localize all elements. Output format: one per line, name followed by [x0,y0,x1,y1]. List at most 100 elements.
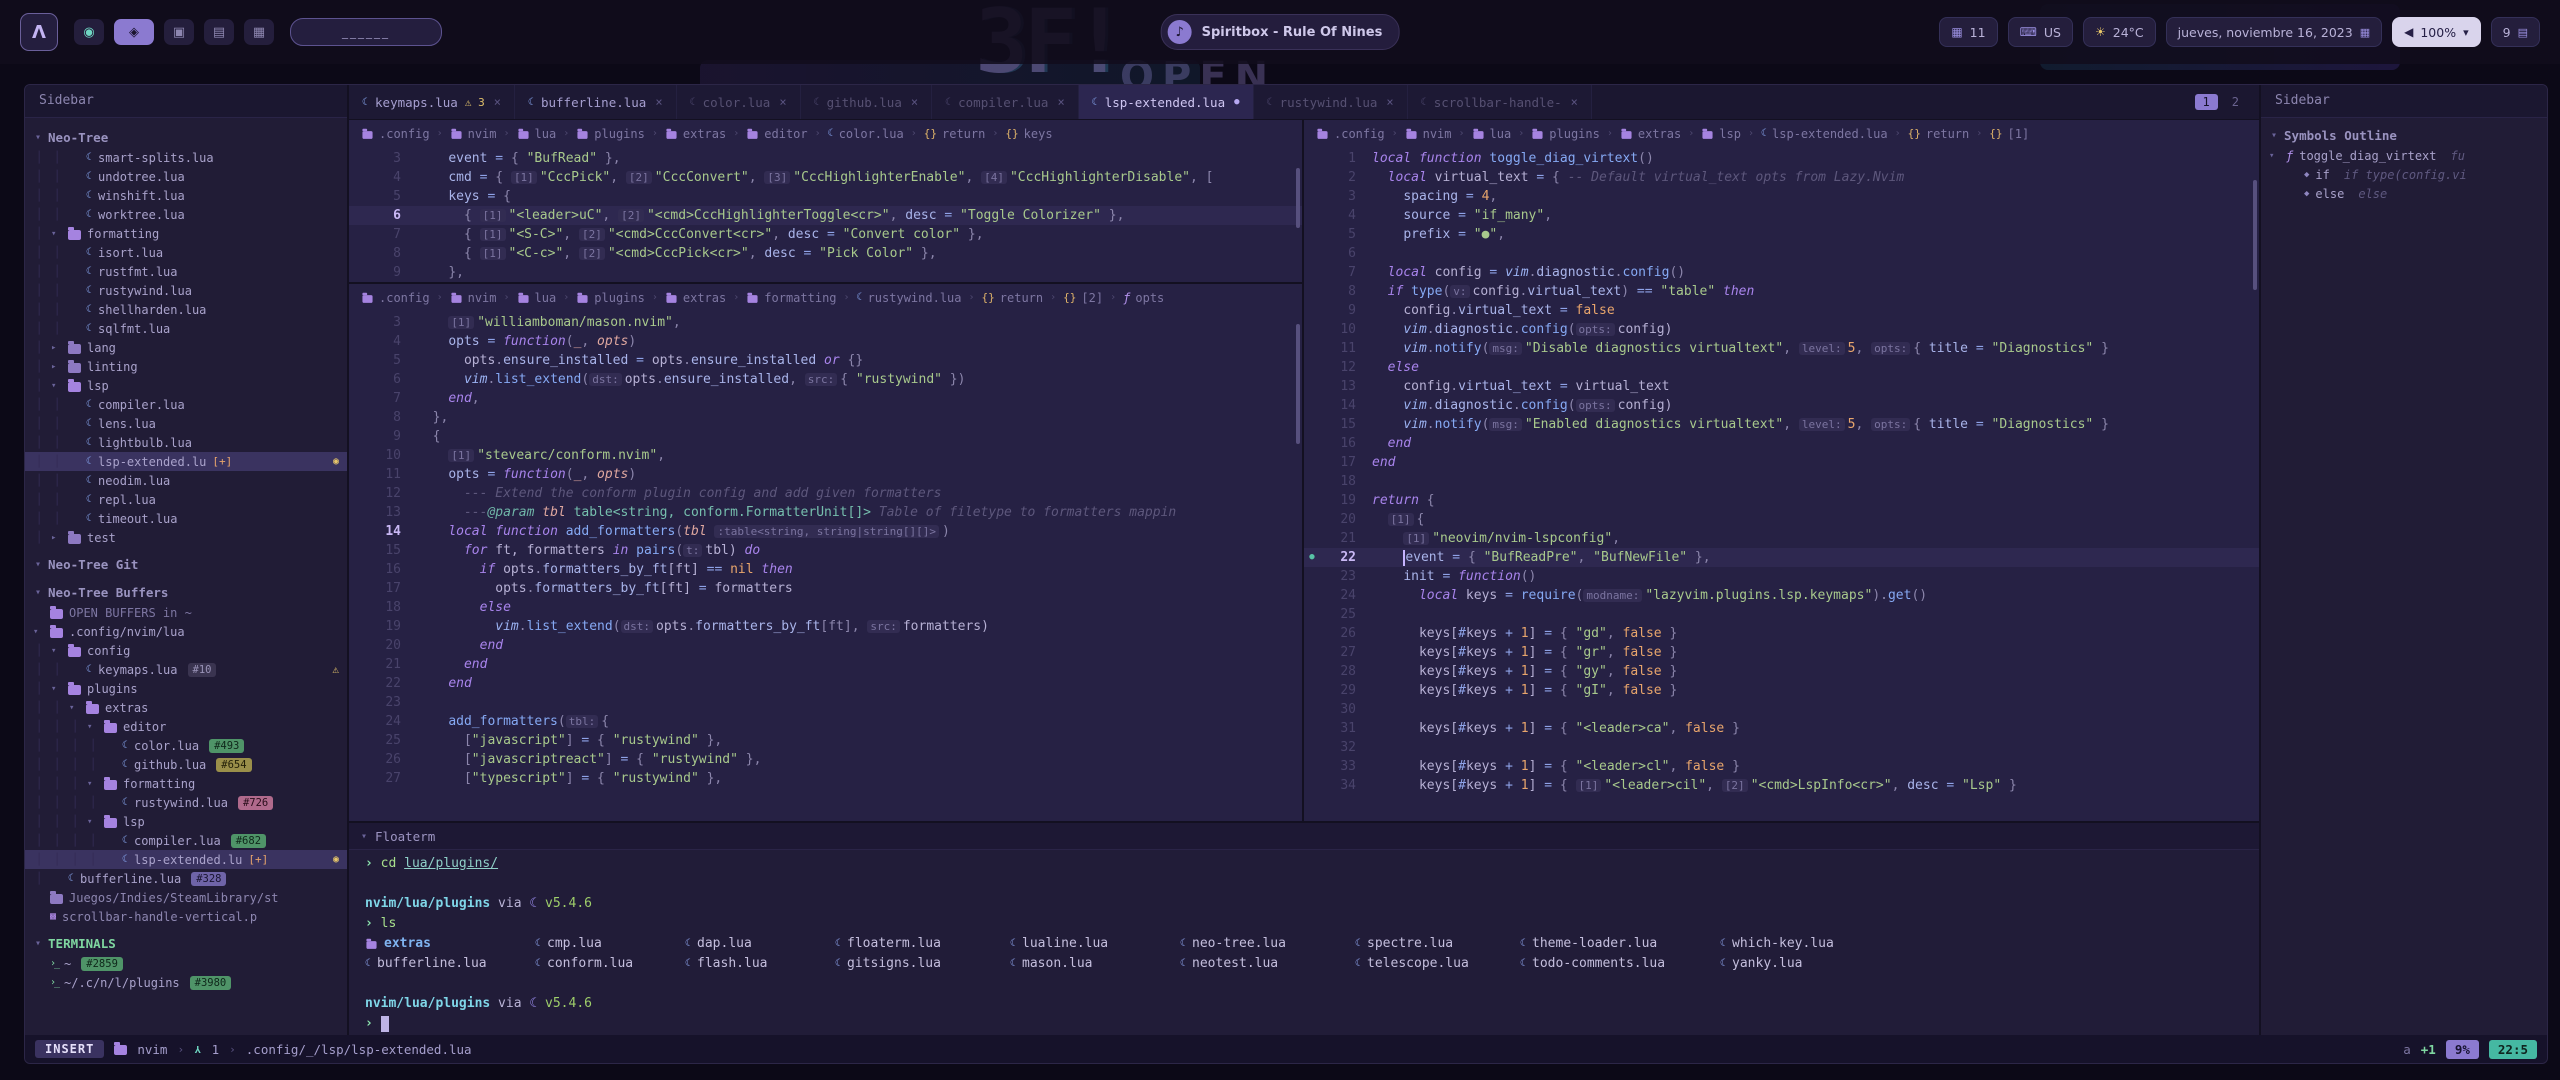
close-icon[interactable]: × [494,95,501,109]
code-line-30[interactable]: 30 [1304,700,2259,719]
code-line-11[interactable]: 11 vim.notify(msg:"Disable diagnostics v… [1304,339,2259,358]
code-line-12[interactable]: 12 --- Extend the conform plugin config … [349,484,1302,503]
code-line-6[interactable]: 6 [1304,244,2259,263]
tab-keymaps-lua[interactable]: ☾keymaps.lua⚠ 3× [349,85,515,119]
code-line-5[interactable]: 5 prefix = "●", [1304,225,2259,244]
breadcrumb-item[interactable]: ƒopts [1123,291,1164,305]
code-line-18[interactable]: 18 else [349,598,1302,617]
tree-item-repl-lua[interactable]: ││☾repl.lua [25,490,347,509]
code-line-21[interactable]: 21 end [349,655,1302,674]
tree-item-rustywind-lua[interactable]: ││││☾rustywind.lua#726 [25,793,347,812]
code-line-4[interactable]: 4 cmd = { [1]"CccPick", [2]"CccConvert",… [349,168,1302,187]
code-line-5[interactable]: 5 opts.ensure_installed = opts.ensure_in… [349,351,1302,370]
tabpage-2[interactable]: 2 [2224,94,2247,110]
code-line-26[interactable]: 26 keys[#keys + 1] = { "gd", false } [1304,624,2259,643]
tree-item-neodim-lua[interactable]: ││☾neodim.lua [25,471,347,490]
scrollbar[interactable] [2253,180,2257,290]
breadcrumb-item[interactable]: {}return [924,127,986,141]
now-playing-widget[interactable]: ♪ Spiritbox - Rule Of Nines [1161,14,1400,50]
breadcrumb-item[interactable]: .config [1316,127,1385,141]
workspace-icon-5[interactable]: ▦ [244,19,274,45]
breadcrumb-item[interactable]: .config [361,291,430,305]
code-line-5[interactable]: 5 keys = { [349,187,1302,206]
close-icon[interactable]: × [1386,95,1393,109]
tree-item--c-n-l-plugins[interactable]: ›_~/.c/n/l/plugins#3980 [25,973,347,992]
status-chip-6[interactable]: 9▤ [2491,17,2540,47]
code-line-14[interactable]: 14 local function add_formatters(tbl :ta… [349,522,1302,541]
code-line-16[interactable]: 16 if opts.formatters_by_ft[ft] == nil t… [349,560,1302,579]
tree-item-juegos-indies-steamlibrary-st[interactable]: Juegos/Indies/SteamLibrary/st [25,888,347,907]
tab-bufferline-lua[interactable]: ☾bufferline.lua× [515,85,677,119]
code-line-8[interactable]: 8 }, [349,408,1302,427]
terminal-output[interactable]: › cd lua/plugins/ nvim/lua/plugins via ☾… [349,850,2259,1035]
code-line-9[interactable]: 9 config.virtual_text = false [1304,301,2259,320]
tree-item-lsp-extended-lu[interactable]: ││││☾lsp-extended.lu[+]◉ [25,850,347,869]
code-line-3[interactable]: 3 [1]"williamboman/mason.nvim", [349,313,1302,332]
breadcrumb-item[interactable]: plugins [1531,127,1600,141]
floaterm-header[interactable]: ▾ Floaterm [349,823,2259,850]
code-line-12[interactable]: 12 else [1304,358,2259,377]
code-line-23[interactable]: 23 [349,693,1302,712]
tree-item-editor[interactable]: │││▾editor [25,717,347,736]
code-line-6[interactable]: 6 { [1]"<leader>uC", [2]"<cmd>CccHighlig… [349,206,1302,225]
code-line-8[interactable]: 8 if type(v:config.virtual_text) == "tab… [1304,282,2259,301]
workspace-icon-3[interactable]: ▣ [164,19,194,45]
tree-item-rustywind-lua[interactable]: ││☾rustywind.lua [25,281,347,300]
breadcrumb-item[interactable]: ☾rustywind.lua [857,291,962,305]
breadcrumb-item[interactable]: lua [517,291,557,305]
breadcrumb-item[interactable]: .config [361,127,430,141]
status-chip-3[interactable]: ☀24°C [2083,17,2156,47]
tree-item-color-lua[interactable]: ││││☾color.lua#493 [25,736,347,755]
code-line-32[interactable]: 32 [1304,738,2259,757]
tab-github-lua[interactable]: ☾github.lua× [801,85,933,119]
code-line-19[interactable]: 19 vim.list_extend(dst:opts.formatters_b… [349,617,1302,636]
code-line-20[interactable]: 20 end [349,636,1302,655]
code-line-27[interactable]: 27 ["typescript"] = { "rustywind" }, [349,769,1302,788]
breadcrumb-item[interactable]: lua [1472,127,1512,141]
scrollbar[interactable] [1296,324,1300,444]
tree-item-undotree-lua[interactable]: ││☾undotree.lua [25,167,347,186]
code-line-13[interactable]: 13 config.virtual_text = virtual_text [1304,377,2259,396]
breadcrumb-item[interactable]: {}return [982,291,1044,305]
status-chip-5[interactable]: ◀100%▾ [2392,17,2481,47]
tree-item-shellharden-lua[interactable]: ││☾shellharden.lua [25,300,347,319]
code-line-26[interactable]: 26 ["javascriptreact"] = { "rustywind" }… [349,750,1302,769]
breadcrumb-item[interactable]: nvim [450,291,497,305]
code-line-28[interactable]: 28 keys[#keys + 1] = { "gy", false } [1304,662,2259,681]
code-line-6[interactable]: 6 vim.list_extend(dst:opts.ensure_instal… [349,370,1302,389]
tree-item-open-buffers-in-[interactable]: OPEN BUFFERS in ~ [25,603,347,622]
breadcrumb-item[interactable]: ☾color.lua [828,127,904,141]
close-icon[interactable]: × [779,95,786,109]
tree-item-compiler-lua[interactable]: ││││☾compiler.lua#682 [25,831,347,850]
launcher-icon[interactable]: Λ [20,13,58,51]
tab-compiler-lua[interactable]: ☾compiler.lua× [932,85,1079,119]
tab-rustywind-lua[interactable]: ☾rustywind.lua× [1254,85,1408,119]
tree-item-keymaps-lua[interactable]: ││☾keymaps.lua#10⚠ [25,660,347,679]
tree-item-formatting[interactable]: │││▾formatting [25,774,347,793]
code-line-27[interactable]: 27 keys[#keys + 1] = { "gr", false } [1304,643,2259,662]
code-line-2[interactable]: 2 local virtual_text = { -- Default virt… [1304,168,2259,187]
code-line-25[interactable]: 25 [1304,605,2259,624]
code-line-17[interactable]: 17end [1304,453,2259,472]
breadcrumb-item[interactable]: extras [665,291,726,305]
code-line-9[interactable]: 9 }, [349,263,1302,282]
breadcrumb-item[interactable]: {}[2] [1063,291,1103,305]
code-line-15[interactable]: 15 vim.notify(msg:"Enabled diagnostics v… [1304,415,2259,434]
code-line-22[interactable]: ●22 event = { "BufReadPre", "BufNewFile"… [1304,548,2259,567]
tree-item-isort-lua[interactable]: ││☾isort.lua [25,243,347,262]
code-line-19[interactable]: 19return { [1304,491,2259,510]
breadcrumb-item[interactable]: extras [1620,127,1681,141]
code-line-24[interactable]: 24 add_formatters(tbl:{ [349,712,1302,731]
breadcrumb-item[interactable]: plugins [576,291,645,305]
code-line-1[interactable]: 1local function toggle_diag_virtext() [1304,149,2259,168]
breadcrumb-item[interactable]: editor [746,127,807,141]
tree-item-timeout-lua[interactable]: ││☾timeout.lua [25,509,347,528]
status-chip-2[interactable]: ⌨US [2008,17,2073,47]
workspace-icon-4[interactable]: ▤ [204,19,234,45]
workspace-icon-1[interactable]: ◉ [74,19,104,45]
breadcrumb-item[interactable]: lsp [1701,127,1741,141]
tree-item--config-nvim-lua[interactable]: ▾.config/nvim/lua [25,622,347,641]
close-icon[interactable]: × [1057,95,1064,109]
breadcrumb-item[interactable]: {}keys [1005,127,1052,141]
breadcrumb-item[interactable]: {}return [1908,127,1970,141]
